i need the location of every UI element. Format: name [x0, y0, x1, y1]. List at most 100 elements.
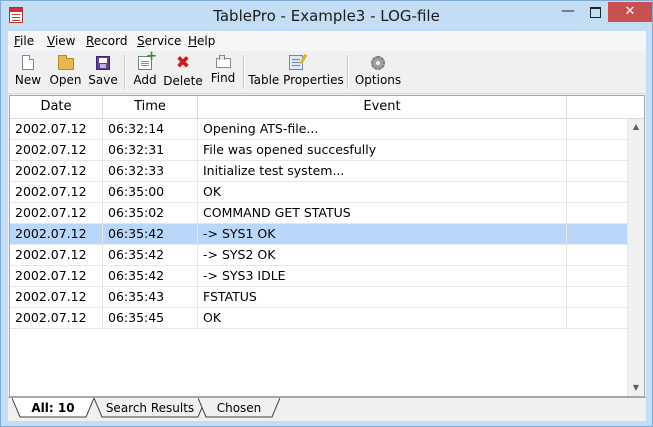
- maximize-button[interactable]: [582, 2, 608, 22]
- options-label: Options: [354, 73, 402, 87]
- table-row[interactable]: 2002.07.12 06:35:45 OK: [10, 308, 629, 329]
- time-cell[interactable]: 06:35:42: [103, 266, 198, 286]
- date-cell[interactable]: 2002.07.12: [10, 119, 103, 139]
- toolbar-separator: [347, 55, 349, 89]
- save-button[interactable]: Save: [86, 53, 120, 91]
- table-row[interactable]: 2002.07.12 06:35:02 COMMAND GET STATUS: [10, 203, 629, 224]
- close-button[interactable]: ✕: [608, 2, 652, 22]
- date-cell[interactable]: 2002.07.12: [10, 245, 103, 265]
- table-row[interactable]: 2002.07.12 06:32:31 File was opened succes…: [10, 140, 629, 161]
- tab-label: Chosen: [216, 401, 262, 415]
- date-cell[interactable]: 2002.07.12: [10, 161, 103, 181]
- empty-cell[interactable]: [567, 224, 629, 244]
- open-button[interactable]: Open: [46, 53, 85, 91]
- column-header-date[interactable]: Date: [10, 96, 103, 118]
- menu-help[interactable]: Help: [188, 34, 215, 48]
- add-record-icon: [138, 49, 157, 70]
- empty-cell[interactable]: [567, 119, 629, 139]
- date-cell[interactable]: 2002.07.12: [10, 287, 103, 307]
- minimize-button[interactable]: —: [554, 2, 582, 22]
- tab-label: All: 10: [31, 401, 75, 415]
- log-table[interactable]: Date Time Event 2002.07.12 06:32:14 Openin…: [9, 95, 645, 397]
- empty-cell[interactable]: [567, 140, 629, 160]
- event-cell[interactable]: Initialize test system...: [198, 161, 567, 181]
- table-row[interactable]: 2002.07.12 06:32:14 Opening ATS-file...: [10, 119, 629, 140]
- date-cell[interactable]: 2002.07.12: [10, 140, 103, 160]
- event-cell[interactable]: FSTATUS: [198, 287, 567, 307]
- gear-icon: [371, 56, 385, 70]
- event-cell[interactable]: -> SYS2 OK: [198, 245, 567, 265]
- table-row[interactable]: 2002.07.12 06:35:42 -> SYS1 OK: [10, 224, 629, 245]
- time-cell[interactable]: 06:35:42: [103, 224, 198, 244]
- minimize-icon: —: [561, 3, 575, 19]
- menu-service[interactable]: Service: [137, 34, 181, 48]
- find-button[interactable]: Find: [206, 53, 240, 91]
- date-cell[interactable]: 2002.07.12: [10, 308, 103, 328]
- table-properties-button[interactable]: Table Properties: [248, 53, 344, 91]
- scroll-down-icon[interactable]: ▼: [628, 380, 644, 396]
- table-properties-icon: [289, 55, 303, 70]
- menu-record-label: Record: [86, 34, 128, 48]
- menu-help-label: Help: [188, 34, 216, 48]
- time-cell[interactable]: 06:35:02: [103, 203, 198, 223]
- empty-cell[interactable]: [567, 287, 629, 307]
- event-cell[interactable]: File was opened succesfully: [198, 140, 567, 160]
- table-properties-label: Table Properties: [248, 73, 344, 87]
- tab-search-results[interactable]: Search Results: [94, 398, 206, 418]
- sheet-tabs: All: 10 Search Results Chosen: [8, 397, 646, 421]
- new-label: New: [14, 73, 42, 87]
- event-cell[interactable]: OK: [198, 182, 567, 202]
- empty-cell[interactable]: [567, 245, 629, 265]
- date-cell[interactable]: 2002.07.12: [10, 266, 103, 286]
- add-button[interactable]: Add: [129, 49, 161, 91]
- maximize-icon: [589, 7, 601, 18]
- tab-chosen[interactable]: Chosen: [198, 398, 280, 418]
- menu-file[interactable]: File: [14, 34, 34, 48]
- event-cell[interactable]: OK: [198, 308, 567, 328]
- menu-view[interactable]: View: [47, 34, 75, 48]
- add-label: Add: [133, 73, 157, 87]
- event-cell[interactable]: -> SYS3 IDLE: [198, 266, 567, 286]
- time-cell[interactable]: 06:32:31: [103, 140, 198, 160]
- time-cell[interactable]: 06:35:42: [103, 245, 198, 265]
- empty-cell[interactable]: [567, 308, 629, 328]
- date-cell[interactable]: 2002.07.12: [10, 203, 103, 223]
- time-cell[interactable]: 06:32:14: [103, 119, 198, 139]
- empty-cell[interactable]: [567, 203, 629, 223]
- table-row[interactable]: 2002.07.12 06:35:42 -> SYS2 OK: [10, 245, 629, 266]
- time-cell[interactable]: 06:35:43: [103, 287, 198, 307]
- close-icon: ✕: [624, 4, 636, 19]
- title-bar[interactable]: TablePro - Example3 - LOG-file — ✕: [1, 1, 652, 31]
- table-row[interactable]: 2002.07.12 06:35:00 OK: [10, 182, 629, 203]
- options-button[interactable]: Options: [352, 53, 404, 91]
- menu-bar: File View Record Service Help: [8, 31, 646, 51]
- time-cell[interactable]: 06:35:45: [103, 308, 198, 328]
- delete-button[interactable]: ✖ Delete: [163, 53, 203, 91]
- new-button[interactable]: New: [10, 53, 46, 91]
- event-cell[interactable]: COMMAND GET STATUS: [198, 203, 567, 223]
- toolbar-separator: [124, 55, 126, 89]
- empty-cell[interactable]: [567, 161, 629, 181]
- toolbar: New Open Save Add ✖ Delete Find: [8, 49, 646, 94]
- time-cell[interactable]: 06:35:00: [103, 182, 198, 202]
- event-cell[interactable]: -> SYS1 OK: [198, 224, 567, 244]
- empty-cell[interactable]: [567, 266, 629, 286]
- event-cell[interactable]: Opening ATS-file...: [198, 119, 567, 139]
- column-header-empty[interactable]: [567, 96, 644, 118]
- time-cell[interactable]: 06:32:33: [103, 161, 198, 181]
- empty-cell[interactable]: [567, 182, 629, 202]
- find-label: Find: [210, 71, 236, 85]
- menu-file-label: File: [14, 34, 35, 48]
- table-row[interactable]: 2002.07.12 06:35:42 -> SYS3 IDLE: [10, 266, 629, 287]
- date-cell[interactable]: 2002.07.12: [10, 182, 103, 202]
- date-cell[interactable]: 2002.07.12: [10, 224, 103, 244]
- column-header-event[interactable]: Event: [198, 96, 567, 118]
- table-row[interactable]: 2002.07.12 06:32:33 Initialize test system…: [10, 161, 629, 182]
- menu-record[interactable]: Record: [86, 34, 127, 48]
- tab-all-10[interactable]: All: 10: [12, 398, 94, 418]
- new-document-icon: [22, 55, 34, 70]
- scroll-up-icon[interactable]: ▲: [628, 119, 644, 135]
- column-header-time[interactable]: Time: [103, 96, 198, 118]
- table-row[interactable]: 2002.07.12 06:35:43 FSTATUS: [10, 287, 629, 308]
- vertical-scrollbar[interactable]: ▲ ▼: [627, 119, 644, 396]
